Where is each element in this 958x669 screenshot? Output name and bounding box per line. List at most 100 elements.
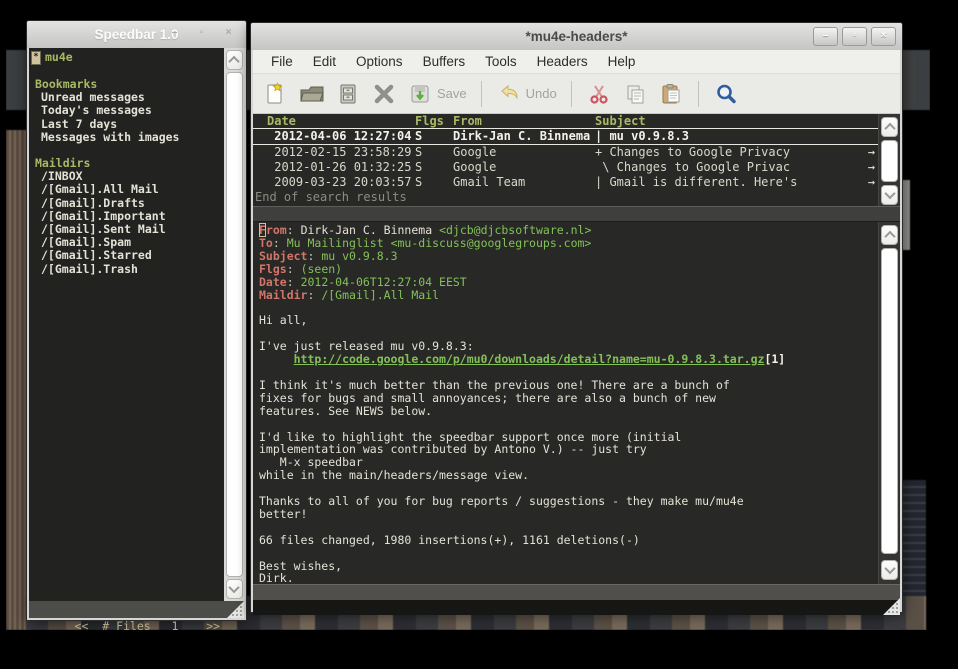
resize-grip-icon[interactable] <box>883 598 900 615</box>
search-icon <box>714 82 738 106</box>
view-field-value: /[Gmail].All Mail <box>321 288 439 302</box>
menu-bar: FileEditOptionsBuffersToolsHeadersHelp <box>253 50 900 74</box>
headers-column-row: Date Flgs From Subject <box>253 114 900 129</box>
view-field-value: (seen) <box>301 262 343 276</box>
message-body-line: fixes for bugs and small annoyances; the… <box>259 392 876 405</box>
new-file-icon <box>264 82 288 106</box>
speedbar-statusbar: << # Files 1 >> <box>29 601 244 618</box>
view-field-value: mu v0.9.8.3 <box>321 249 397 263</box>
header-row[interactable]: 2012-01-26 01:32:25SGoogle \ Changes to … <box>253 160 900 175</box>
speedbar-root-label: mu4e <box>45 51 73 64</box>
menu-options[interactable]: Options <box>346 54 413 69</box>
maximize-button[interactable]: ▫ <box>190 25 213 42</box>
truncation-arrow-icon: → <box>868 160 875 175</box>
message-body-line: features. See NEWS below. <box>259 405 876 418</box>
paste-clipboard-icon <box>659 82 683 106</box>
scroll-down-icon[interactable] <box>881 560 898 580</box>
speedbar-window: Speedbar 1.0 – ▫ × * mu4e BookmarksUnrea… <box>26 20 247 621</box>
scrollbar-thumb[interactable] <box>881 140 898 182</box>
view-scrollbar[interactable] <box>878 222 900 584</box>
menu-buffers[interactable]: Buffers <box>413 54 476 69</box>
headers-scrollbar[interactable] <box>878 114 900 206</box>
message-body-line: Hi all, <box>259 314 876 327</box>
view-field-value: <djcb@djcbsoftware.nl> <box>439 223 591 237</box>
close-buffer-button[interactable] <box>369 80 399 108</box>
speedbar-item[interactable]: /[Gmail].All Mail <box>29 183 244 196</box>
column-flags[interactable]: Flgs <box>415 114 453 129</box>
view-header-field: Subject: mu v0.9.8.3 <box>259 250 876 263</box>
expand-tag-icon[interactable]: * <box>31 51 41 65</box>
search-button[interactable] <box>711 80 741 108</box>
message-link[interactable]: http://code.google.com/p/mu0/downloads/d… <box>294 352 765 366</box>
mu4e-view-pane: From: Dirk-Jan C. Binnema <djcb@djcbsoft… <box>253 222 900 584</box>
speedbar-item[interactable]: Last 7 days <box>29 118 244 131</box>
copy-button[interactable] <box>620 80 650 108</box>
tool-bar: Save Undo <box>253 74 900 114</box>
message-body-line <box>259 301 876 314</box>
text-cursor: F <box>259 223 266 237</box>
message-body-line <box>259 366 876 379</box>
scrollbar-thumb[interactable] <box>226 72 243 577</box>
message-body-line: 66 files changed, 1980 insertions(+), 11… <box>259 534 876 547</box>
header-row[interactable]: 2012-02-15 23:58:29SGoogle+ Changes to G… <box>253 145 900 160</box>
message-body-line: better! <box>259 508 876 521</box>
row-date: 2012-04-06 12:27:04 <box>267 129 415 143</box>
speedbar-item[interactable]: /[Gmail].Starred <box>29 249 244 262</box>
menu-edit[interactable]: Edit <box>303 54 346 69</box>
minimize-button[interactable]: – <box>163 25 186 42</box>
message-body-line: Best wishes, <box>259 560 876 573</box>
dired-button[interactable] <box>333 80 363 108</box>
close-x-icon <box>372 82 396 106</box>
view-field-label: To <box>259 236 273 250</box>
minibuffer[interactable] <box>253 600 900 615</box>
message-body-line: while in the main/headers/message view. <box>259 469 876 482</box>
undo-button[interactable] <box>494 80 524 108</box>
message-body-line: http://code.google.com/p/mu0/downloads/d… <box>259 353 876 366</box>
scrollbar-thumb[interactable] <box>881 248 898 554</box>
link-footnote-ref: [1] <box>764 352 785 366</box>
scroll-down-icon[interactable] <box>881 185 898 205</box>
new-file-button[interactable] <box>261 80 291 108</box>
column-date[interactable]: Date <box>267 114 415 129</box>
menu-help[interactable]: Help <box>598 54 646 69</box>
paste-button[interactable] <box>656 80 686 108</box>
menu-headers[interactable]: Headers <box>527 54 598 69</box>
menu-tools[interactable]: Tools <box>475 54 527 69</box>
speedbar-item[interactable]: /[Gmail].Trash <box>29 263 244 276</box>
close-button[interactable]: × <box>217 25 240 42</box>
speedbar-item[interactable]: Messages with images <box>29 131 244 144</box>
emacs-window: *mu4e-headers* – ▫ × FileEditOptionsBuff… <box>250 22 903 613</box>
emacs-titlebar[interactable]: *mu4e-headers* – ▫ × <box>251 23 902 50</box>
row-from: Google <box>453 160 595 175</box>
header-row[interactable]: 2009-03-23 20:03:57SGmail Team| Gmail is… <box>253 175 900 190</box>
speedbar-root-item[interactable]: * mu4e <box>29 48 244 65</box>
scroll-up-icon[interactable] <box>881 117 898 137</box>
speedbar-scrollbar[interactable] <box>224 48 244 601</box>
scroll-down-icon[interactable] <box>226 579 243 599</box>
menu-file[interactable]: File <box>261 54 303 69</box>
open-file-button[interactable] <box>297 80 327 108</box>
column-from[interactable]: From <box>453 114 595 129</box>
maximize-button[interactable]: ▫ <box>842 27 867 46</box>
scroll-up-icon[interactable] <box>881 225 898 245</box>
speedbar-content: * mu4e BookmarksUnread messagesToday's m… <box>29 48 244 601</box>
speedbar-status-text: << # Files 1 >> <box>75 619 220 633</box>
minimize-button[interactable]: – <box>813 27 838 46</box>
speedbar-titlebar[interactable]: Speedbar 1.0 – ▫ × <box>27 21 246 48</box>
cut-scissors-icon <box>587 82 611 106</box>
close-button[interactable]: × <box>871 27 896 46</box>
header-row[interactable]: 2012-04-06 12:27:04SDirk-Jan C. Binnema|… <box>253 128 900 144</box>
message-body-line <box>259 521 876 534</box>
view-field-label: From <box>259 223 287 237</box>
cut-button[interactable] <box>584 80 614 108</box>
row-date: 2009-03-23 20:03:57 <box>267 175 415 190</box>
speedbar-item[interactable]: Today's messages <box>29 104 244 117</box>
resize-grip-icon[interactable] <box>227 601 244 618</box>
scroll-up-icon[interactable] <box>226 50 243 70</box>
row-subject: | Gmail is different. Here's <box>595 175 876 190</box>
speedbar-item[interactable]: /[Gmail].Drafts <box>29 197 244 210</box>
save-button[interactable] <box>405 80 435 108</box>
save-label: Save <box>437 86 467 101</box>
column-subject[interactable]: Subject <box>595 114 876 129</box>
view-field-label: Flgs <box>259 262 287 276</box>
